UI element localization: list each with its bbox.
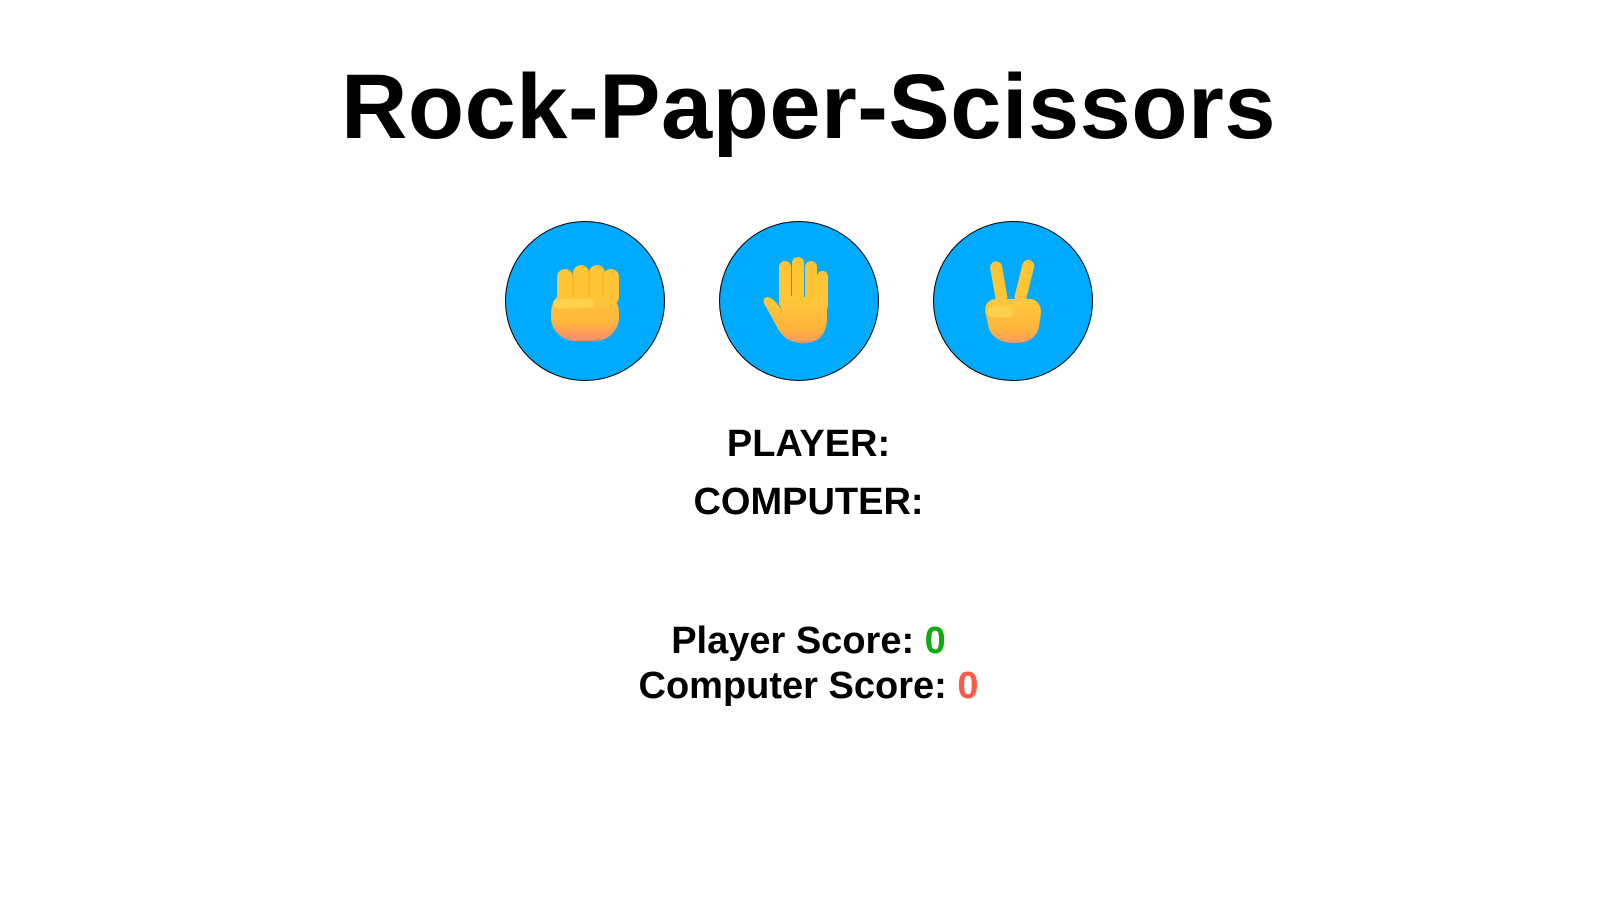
raised-fist-icon	[551, 265, 619, 341]
computer-score: Computer Score: 0	[0, 664, 1617, 708]
raised-hand-icon	[763, 257, 828, 343]
computer-choice-label: COMPUTER:	[693, 481, 924, 523]
computer-score-value: 0	[957, 665, 979, 707]
player-score: Player Score: 0	[0, 619, 1617, 663]
computer-score-label: Computer Score:	[638, 665, 958, 707]
paper-button[interactable]	[719, 221, 879, 381]
page-title: Rock-Paper-Scissors	[340, 56, 1277, 158]
rock-button[interactable]	[505, 221, 665, 381]
player-score-value: 0	[924, 620, 946, 662]
game-page: Rock-Paper-Scissors PLAYER: COMPUTER: Pl…	[0, 0, 1617, 902]
victory-hand-icon	[985, 259, 1041, 343]
player-choice-label: PLAYER:	[726, 423, 891, 465]
choice-buttons	[505, 221, 1105, 385]
scissors-button[interactable]	[933, 221, 1093, 381]
player-score-label: Player Score:	[671, 620, 925, 662]
